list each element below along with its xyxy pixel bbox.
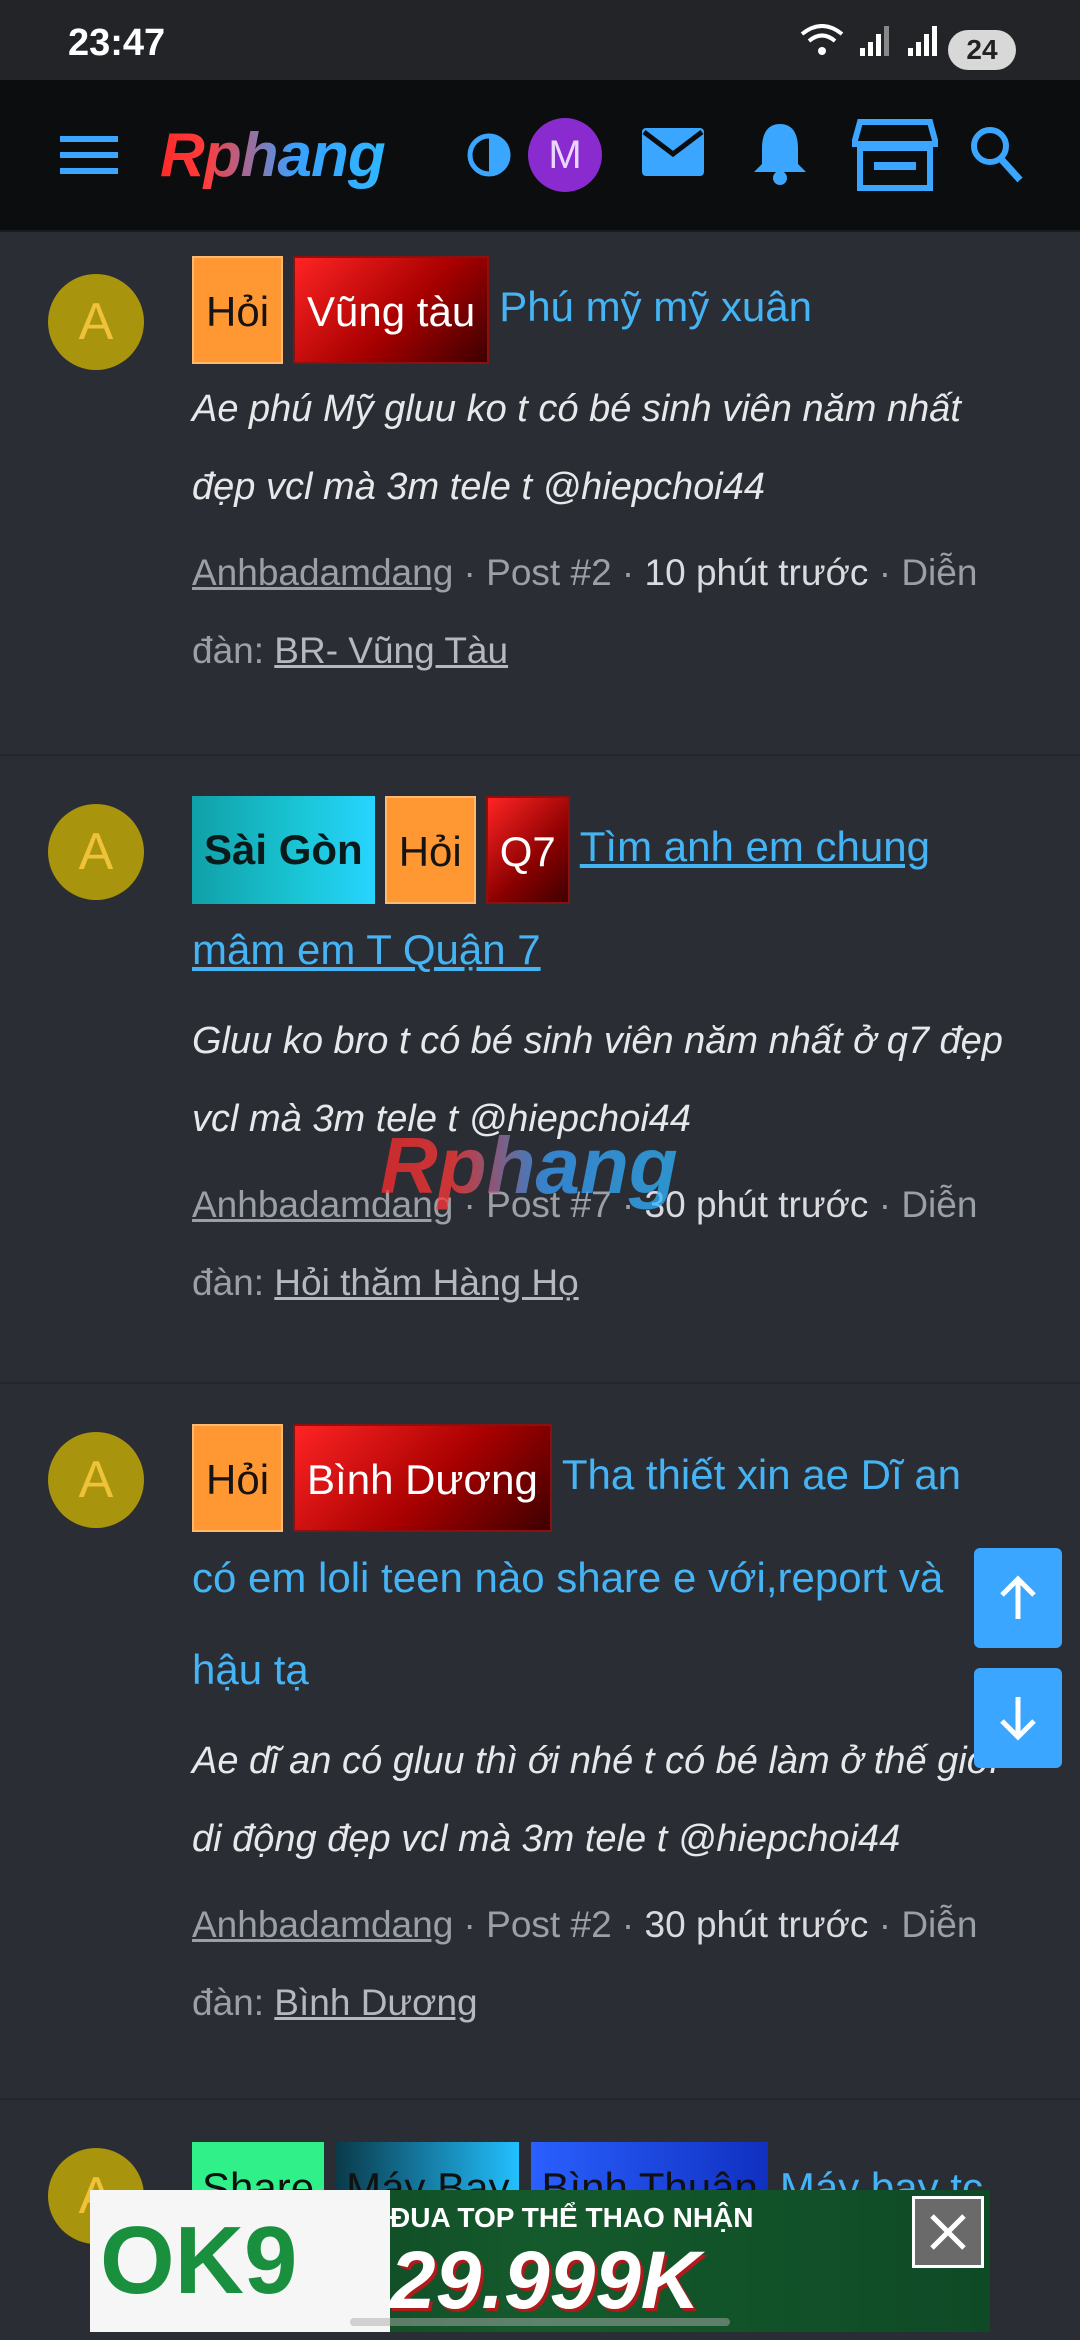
post-snippet: Ae dĩ an có gluu thì ới nhé t có bé làm … [192,1740,999,1860]
search-icon [971,127,1023,183]
hamburger-icon [60,136,118,174]
post-time: 30 phút trước [644,1904,869,1945]
close-icon [930,2214,966,2250]
menu-button[interactable] [60,130,118,185]
site-logo-text: Rphang [160,121,386,190]
store-button[interactable] [850,118,940,197]
ad-close-button[interactable] [912,2196,984,2268]
theme-toggle-button[interactable] [466,132,512,183]
prefix-tag-location[interactable]: Vũng tàu [293,256,490,364]
prefix-tag-hoi[interactable]: Hỏi [384,796,476,904]
status-bar: 23:47 24 [0,0,1080,80]
mail-icon [642,128,704,176]
search-result-item[interactable]: A Sài Gòn Hỏi Q7 Tìm anh em chung mâm em T … [0,756,1080,1384]
forum-link[interactable]: BR- Vũng Tàu [274,630,508,671]
arrow-up-icon [1000,1575,1036,1619]
wifi-icon [800,24,844,55]
notifications-button[interactable] [750,120,810,191]
author-link[interactable]: Anhbadamdang [192,552,453,593]
top-navigation: Rphang M [0,80,1080,232]
thread-title-link[interactable]: Phú mỹ mỹ xuân [499,283,812,330]
author-avatar[interactable]: A [48,804,144,900]
store-icon [850,119,940,191]
watermark-text: Rphang [380,1121,678,1210]
ad-brand-logo: OK9 [90,2190,390,2332]
post-time: 10 phút trước [644,552,869,593]
ad-banner[interactable]: OK9 ĐUA TOP THỂ THAO NHẬN 29.999K [90,2190,990,2332]
messages-button[interactable] [640,124,706,185]
post-number[interactable]: Post #2 [486,552,611,593]
forum-link[interactable]: Bình Dương [274,1982,477,2023]
author-link[interactable]: Anhbadamdang [192,1904,453,1945]
ad-amount: 29.999K [390,2235,701,2326]
author-avatar[interactable]: A [48,1432,144,1528]
post-snippet: Ae phú Mỹ gluu ko t có bé sinh viên năm … [192,388,961,508]
search-result-item[interactable]: A Hỏi Bình Dương Tha thiết xin ae Dĩ an có… [0,1384,1080,2100]
contrast-icon [467,133,511,177]
arrow-down-icon [1000,1697,1036,1741]
scroll-bottom-button[interactable] [974,1668,1062,1768]
home-indicator[interactable] [350,2318,730,2326]
author-avatar[interactable]: A [48,274,144,370]
signal-icon [860,26,889,56]
signal-icon-2 [908,26,937,56]
site-watermark: Rphang [380,1120,678,1212]
user-avatar[interactable]: M [528,118,602,192]
site-logo[interactable]: Rphang [160,120,420,200]
prefix-tag-location[interactable]: Bình Dương [293,1424,552,1532]
post-time: 30 phút trước [644,1184,869,1225]
status-time: 23:47 [68,22,166,64]
battery-indicator: 24 [948,30,1016,70]
thread-title-line: Hỏi Bình Dương Tha thiết xin ae Dĩ an có e… [192,1424,1012,1716]
post-number[interactable]: Post #2 [486,1904,611,1945]
prefix-tag-hoi[interactable]: Hỏi [192,1424,284,1532]
search-result-item[interactable]: A Hỏi Vũng tàu Phú mỹ mỹ xuân Ae phú Mỹ gl… [0,232,1080,756]
bell-icon [754,124,806,185]
prefix-tag-hoi[interactable]: Hỏi [192,256,284,364]
forum-link[interactable]: Hỏi thăm Hàng Họ [274,1262,578,1303]
ad-headline: ĐUA TOP THỂ THAO NHẬN [390,2202,754,2233]
scroll-top-button[interactable] [974,1548,1062,1648]
prefix-tag-district[interactable]: Q7 [485,796,570,904]
post-meta: Anhbadamdang · Post #2 · 30 phút trước ·… [192,1904,978,2023]
thread-title-line: Sài Gòn Hỏi Q7 Tìm anh em chung mâm em T Qu… [192,796,1032,996]
thread-title-line: Hỏi Vũng tàu Phú mỹ mỹ xuân [192,256,1032,364]
post-meta: Anhbadamdang · Post #2 · 10 phút trước ·… [192,552,978,671]
status-icons [800,24,940,58]
prefix-tag-location[interactable]: Sài Gòn [192,796,375,904]
search-button[interactable] [968,124,1024,189]
